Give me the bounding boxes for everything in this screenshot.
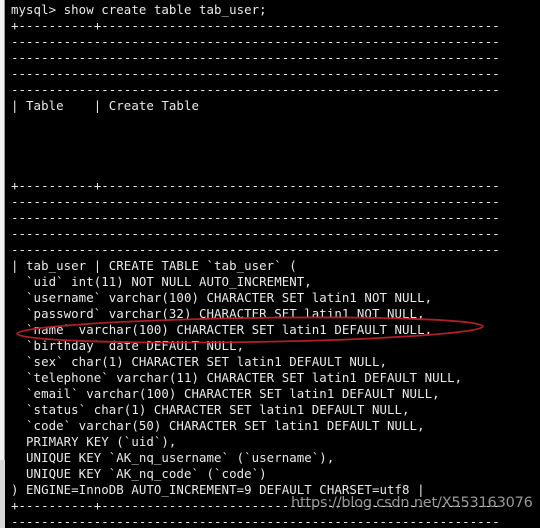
terminal-line-command: mysql> show create table tab_user; — [11, 2, 267, 17]
scrollbar-thumb[interactable] — [0, 0, 5, 460]
terminal-line-separator: ----------------------------------------… — [11, 210, 500, 225]
terminal-line-data: UNIQUE KEY `AK_nq_code` (`code`) — [11, 466, 267, 481]
terminal-window: mysql> show create table tab_user; +-----… — [0, 0, 540, 528]
terminal-line-separator: ----------------------------------------… — [11, 66, 500, 81]
terminal-line-data: `sex` char(1) CHARACTER SET latin1 DEFAU… — [11, 354, 387, 369]
terminal-line-separator: +----------+----------------------------… — [11, 178, 500, 193]
terminal-line-data: `name` varchar(100) CHARACTER SET latin1… — [11, 322, 433, 337]
terminal-output[interactable]: mysql> show create table tab_user; +-----… — [0, 0, 540, 528]
terminal-line-data: `uid` int(11) NOT NULL AUTO_INCREMENT, — [11, 274, 312, 289]
terminal-line-separator: +----------+----------------------------… — [11, 18, 500, 33]
terminal-line-data: `status` char(1) CHARACTER SET latin1 DE… — [11, 402, 410, 417]
terminal-line-data: `telephone` varchar(11) CHARACTER SET la… — [11, 370, 463, 385]
terminal-line-data: `birthday` date DEFAULT NULL, — [11, 338, 245, 353]
terminal-line-separator: ----------------------------------------… — [11, 242, 500, 257]
terminal-line-data: UNIQUE KEY `AK_nq_username` (`username`)… — [11, 450, 335, 465]
terminal-line-separator: ----------------------------------------… — [11, 514, 500, 528]
terminal-line-data: `email` varchar(100) CHARACTER SET latin… — [11, 386, 440, 401]
csdn-watermark: https://blog.csdn.net/X553163076 — [291, 495, 533, 511]
terminal-line-data: PRIMARY KEY (`uid`), — [11, 434, 177, 449]
terminal-line-data: `username` varchar(100) CHARACTER SET la… — [11, 290, 433, 305]
terminal-line-separator: ----------------------------------------… — [11, 82, 500, 97]
terminal-line-data: | tab_user | CREATE TABLE `tab_user` ( — [11, 258, 297, 273]
terminal-line-data: `password` varchar(32) CHARACTER SET lat… — [11, 306, 425, 321]
terminal-line-header: | Table | Create Table — [11, 98, 199, 113]
terminal-line-separator: ----------------------------------------… — [11, 194, 500, 209]
terminal-line-separator: ----------------------------------------… — [11, 34, 500, 49]
vertical-scrollbar[interactable] — [0, 0, 5, 528]
terminal-line-separator: ----------------------------------------… — [11, 226, 500, 241]
terminal-line-separator: ----------------------------------------… — [11, 50, 500, 65]
terminal-line-data: `code` varchar(50) CHARACTER SET latin1 … — [11, 418, 425, 433]
